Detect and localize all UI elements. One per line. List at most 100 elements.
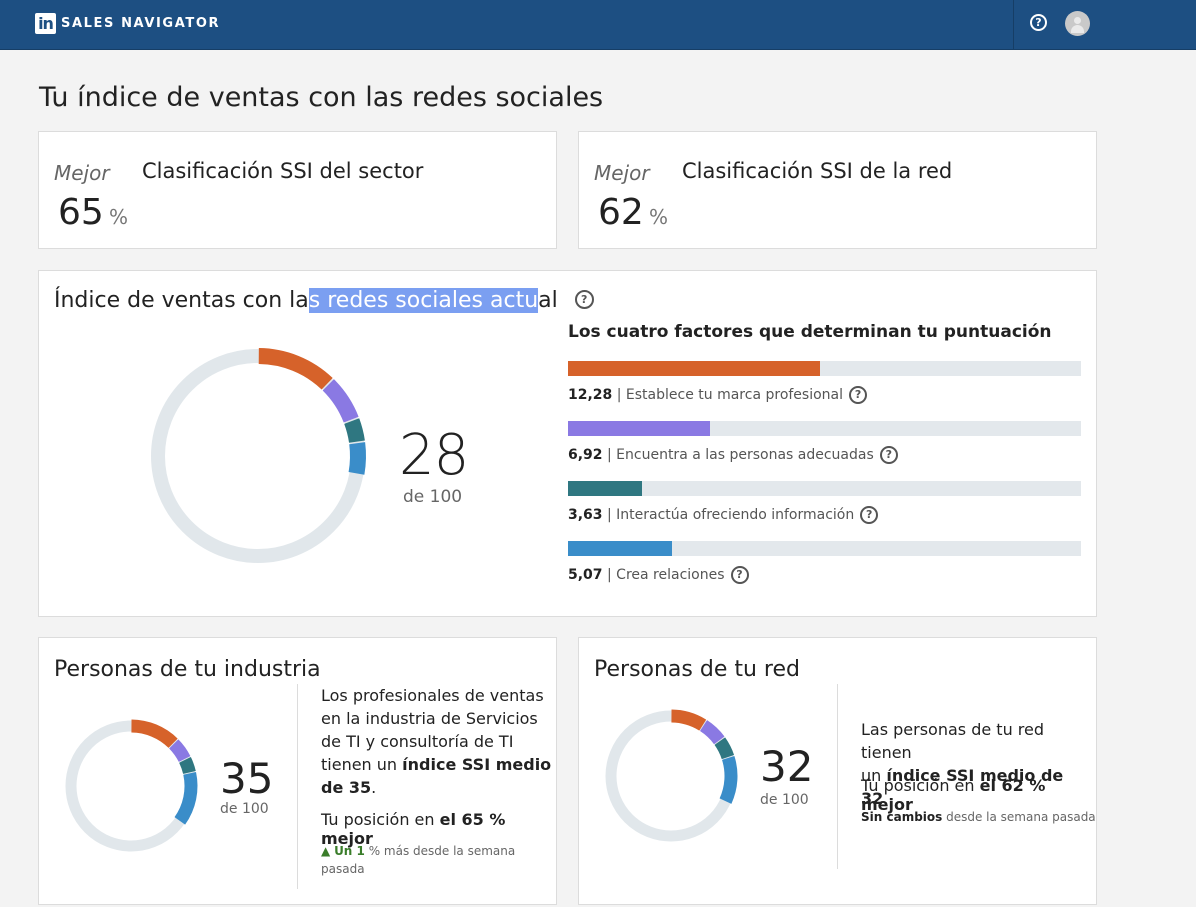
factor-label: 6,92 | Encuentra a las personas adecuada… [568, 446, 898, 464]
change-amount: Un 1 [334, 844, 365, 858]
current-ssi-card: Índice de ventas con las redes sociales … [38, 270, 1097, 617]
desc-line: de TI y consultoría de TI [321, 732, 514, 751]
factor-label: 12,28 | Establece tu marca profesional? [568, 386, 868, 404]
desc-line: de 35. [321, 776, 551, 799]
factor-bar-track [568, 421, 1081, 436]
current-ssi-title: Índice de ventas con las redes sociales … [54, 288, 594, 313]
industry-description: Los profesionales de ventas en la indust… [321, 684, 551, 799]
industry-people-card: Personas de tu industria 35 de 100 Los p… [38, 637, 557, 905]
selected-text: s redes sociales actu [308, 288, 539, 313]
factor-value: 5,07 [568, 567, 603, 583]
factor-value: 12,28 [568, 387, 613, 403]
ssi-score: 28 [399, 423, 469, 488]
industry-rank-value: 65 [58, 192, 104, 233]
help-icon[interactable]: ? [574, 289, 594, 309]
vertical-divider [297, 684, 298, 889]
change-text: % más desde la semana [364, 844, 516, 858]
desc-text: tienen un [321, 755, 403, 774]
avatar[interactable] [1065, 11, 1090, 36]
donut-segment [131, 719, 178, 749]
industry-rank-unit: % [109, 205, 129, 229]
ssi-donut-chart [151, 348, 366, 563]
factor-bar-fill [568, 361, 820, 376]
vertical-divider [837, 684, 838, 869]
network-score: 32 [760, 742, 814, 791]
page-title: Tu índice de ventas con las redes social… [39, 82, 604, 113]
donut-segment [322, 379, 359, 423]
factor-label: 3,63 | Interactúa ofreciendo información… [568, 506, 879, 524]
factor-bar-track [568, 541, 1081, 556]
donut-segment [719, 755, 738, 804]
ssi-out-of: de 100 [403, 487, 463, 507]
network-people-title: Personas de tu red [594, 657, 800, 682]
factor-name: | Establece tu marca profesional [616, 387, 844, 403]
donut-segment [699, 720, 725, 745]
network-out-of: de 100 [760, 792, 809, 808]
factor-name: | Crea relaciones [607, 567, 725, 583]
network-rank-card: Mejor 62 % Clasificación SSI de la red [578, 131, 1097, 249]
donut-segment [258, 348, 333, 390]
desc-bold: de 35 [321, 778, 372, 797]
desc-line: en la industria de Servicios [321, 709, 538, 728]
industry-out-of: de 100 [220, 801, 269, 817]
factor-bar-fill [568, 481, 643, 496]
change-line: pasada [321, 862, 365, 876]
help-icon[interactable]: ? [849, 386, 868, 404]
title-part: al [538, 288, 558, 313]
donut-segment [671, 709, 707, 731]
factor-value: 6,92 [568, 447, 603, 463]
desc-line: Los profesionales de ventas [321, 686, 544, 705]
rank-prefix: Mejor [594, 161, 650, 185]
avatar-head-shape [1074, 17, 1081, 24]
factor-bar-track [568, 361, 1081, 376]
change-text: desde la semana pasada [942, 810, 1096, 824]
top-navigation-bar: in SALES NAVIGATOR ? [0, 0, 1196, 50]
help-icon[interactable]: ? [730, 566, 749, 584]
brand-name[interactable]: SALES NAVIGATOR [61, 16, 220, 31]
donut-segment [179, 757, 196, 775]
help-icon[interactable]: ? [860, 506, 879, 524]
network-rank-unit: % [649, 205, 669, 229]
donut-segment [714, 737, 735, 760]
industry-rank-title: Clasificación SSI del sector [142, 159, 424, 183]
topbar-divider [1013, 0, 1014, 49]
factor-bar-fill [568, 541, 673, 556]
donut-segment [174, 772, 198, 825]
help-icon[interactable]: ? [1030, 14, 1047, 31]
factor-value: 3,63 [568, 507, 603, 523]
arrow-up-icon: ▲ [321, 844, 331, 858]
position-text: Tu posición en [321, 810, 440, 829]
desc-bold: índice SSI medio [402, 755, 552, 774]
title-part: Índice de ventas con la [54, 288, 309, 313]
industry-people-title: Personas de tu industria [54, 657, 321, 682]
desc-line: Las personas de tu red tienen [861, 720, 1045, 762]
linkedin-logo-icon[interactable]: in [35, 13, 56, 34]
donut-segment [344, 418, 365, 443]
factor-bar-track [568, 481, 1081, 496]
factor-bar-fill [568, 421, 710, 436]
industry-donut-chart [65, 719, 198, 852]
factor-name: | Encuentra a las personas adecuadas [607, 447, 874, 463]
desc-text: . [371, 778, 377, 797]
industry-score: 35 [220, 754, 274, 803]
avatar-body-shape [1071, 25, 1084, 33]
donut-segment [348, 442, 366, 475]
network-donut-chart [605, 709, 738, 842]
rank-prefix: Mejor [54, 161, 110, 185]
factor-label: 5,07 | Crea relaciones? [568, 566, 749, 584]
change-line: ▲ Un 1 % más desde la semana [321, 842, 515, 860]
network-rank-value: 62 [598, 192, 644, 233]
help-icon[interactable]: ? [879, 446, 898, 464]
network-people-card: Personas de tu red 32 de 100 Las persona… [578, 637, 1097, 905]
factors-title: Los cuatro factores que determinan tu pu… [568, 322, 1052, 342]
network-rank-title: Clasificación SSI de la red [682, 159, 953, 183]
industry-rank-card: Mejor 65 % Clasificación SSI del sector [38, 131, 557, 249]
donut-track [65, 720, 197, 852]
desc-line: tienen un índice SSI medio [321, 753, 551, 776]
industry-change: ▲ Un 1 % más desde la semana pasada [321, 842, 515, 878]
network-change: Sin cambios desde la semana pasada [861, 808, 1096, 826]
position-text: Tu posición en [861, 776, 980, 795]
change-amount: Sin cambios [861, 810, 943, 824]
donut-segment [168, 739, 191, 763]
factor-name: | Interactúa ofreciendo información [607, 507, 855, 523]
